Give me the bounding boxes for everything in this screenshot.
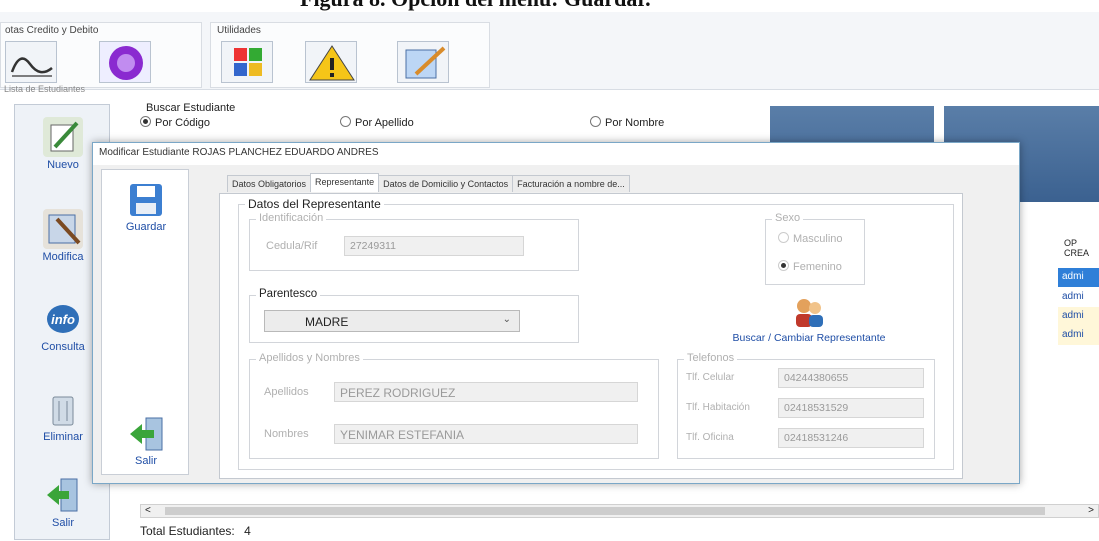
dialog-side-panel: Guardar Salir [101,169,189,475]
pencil-document-icon [43,117,83,157]
id-fieldset: Identificación Cedula/Rif 27249311 [249,212,579,271]
note-sign-icon[interactable] [5,41,57,83]
sex-fieldset: Sexo Masculino Femenino [765,212,865,285]
representative-fieldset: Datos del Representante Identificación C… [238,197,954,470]
ribbon: otas Credito y Debito Utilidades [0,12,1099,90]
chevron-down-icon: ⌄ [502,314,511,325]
radio-icon [778,260,789,271]
scroll-left-icon[interactable]: < [145,505,151,516]
trash-icon [43,389,83,429]
sidebar-item-label: Salir [51,517,74,529]
radio-icon [140,116,151,127]
ribbon-group-notas: otas Credito y Debito [0,22,202,88]
ribbon-group-label: Utilidades [217,25,261,36]
info-icon: info [43,299,83,339]
parentesco-legend: Parentesco [256,288,321,300]
warning-icon[interactable] [305,41,357,83]
apellidos-label: Apellidos [264,386,309,398]
radio-icon [590,116,601,127]
radio-label: Por Nombre [605,117,665,129]
parentesco-fieldset: Parentesco MADRE ⌄ [249,288,579,343]
parentesco-value: MADRE [305,315,349,329]
total-students: Total Estudiantes: 4 [140,524,251,538]
names-fieldset: Apellidos y Nombres Apellidos PEREZ RODR… [249,352,659,459]
radio-icon [340,116,351,127]
ribbon-group-utilidades: Utilidades [210,22,490,88]
sex-legend: Sexo [772,212,804,224]
find-representative-label: Buscar / Cambiar Representante [732,332,886,344]
apellidos-field[interactable]: PEREZ RODRIGUEZ [334,382,638,402]
tab-facturacion[interactable]: Facturación a nombre de... [512,175,630,192]
total-label: Total Estudiantes: [140,524,235,538]
exit-label: Salir [134,455,157,467]
horizontal-scrollbar[interactable]: < > [140,504,1099,518]
people-search-icon [796,299,823,327]
phone-label-ofi: Tlf. Oficina [686,432,734,443]
edit-form-icon[interactable] [397,41,449,83]
tab-domicilio-contactos[interactable]: Datos de Domicilio y Contactos [378,175,514,192]
windows-shield-icon[interactable] [221,41,273,83]
modify-student-dialog: Modificar Estudiante ROJAS PLANCHEZ EDUA… [92,142,1020,484]
table-row[interactable]: admi [1058,268,1099,287]
total-value: 4 [244,524,251,538]
phone-field-hab[interactable]: 02418531529 [778,398,924,418]
phone-field-cel[interactable]: 04244380655 [778,368,924,388]
radio-label: Por Código [155,117,211,129]
phone-label-cel: Tlf. Celular [686,372,735,383]
radio-masculino[interactable]: Masculino [778,232,843,245]
radio-femenino[interactable]: Femenino [778,260,842,273]
phones-legend: Telefonos [684,352,738,364]
find-representative-button[interactable]: Buscar / Cambiar Representante [699,295,919,344]
tab-datos-obligatorios[interactable]: Datos Obligatorios [227,175,312,192]
radio-label: Por Apellido [355,117,414,129]
table-row[interactable]: admi [1058,288,1099,307]
search-label: Buscar Estudiante [146,102,236,114]
table-row[interactable]: admi [1058,307,1099,326]
phone-label-hab: Tlf. Habitación [686,402,750,413]
nombres-label: Nombres [264,428,309,440]
cedula-label: Cedula/Rif [266,240,318,252]
edit-pen-icon [43,209,83,249]
grid-header: OP CREA [1064,238,1090,258]
debit-credit-icon[interactable] [99,41,151,83]
save-button[interactable]: Guardar [122,182,170,233]
radio-label: Femenino [793,261,842,273]
radio-por-apellido[interactable]: Por Apellido [340,116,414,129]
tab-representante[interactable]: Representante [310,173,380,192]
cedula-field[interactable]: 27249311 [344,236,524,256]
floppy-disk-icon [130,184,162,216]
radio-icon [778,232,789,243]
radio-por-codigo[interactable]: Por Código [140,116,210,129]
table-row[interactable]: admi [1058,326,1099,345]
parentesco-select[interactable]: MADRE ⌄ [264,310,520,332]
exit-button[interactable]: Salir [122,416,170,467]
phone-field-ofi[interactable]: 02418531246 [778,428,924,448]
tab-page-representante: Datos del Representante Identificación C… [219,193,963,479]
figure-caption: Figura 8. Opción del menú: Guardar. [300,0,860,12]
scroll-thumb[interactable] [165,507,1045,515]
dialog-title: Modificar Estudiante ROJAS PLANCHEZ EDUA… [93,143,1019,165]
exit-arrow-icon [130,417,163,451]
phones-fieldset: Telefonos Tlf. Celular 04244380655 Tlf. … [677,352,935,459]
names-legend: Apellidos y Nombres [256,352,363,364]
exit-arrow-icon [43,475,83,515]
svg-text:info: info [51,312,75,327]
dialog-tabs: Datos Obligatorios Representante Datos de … [227,173,630,193]
id-legend: Identificación [256,212,327,224]
radio-label: Masculino [793,233,843,245]
ribbon-group-label: otas Credito y Debito [5,25,99,36]
list-label: Lista de Estudiantes [4,84,86,94]
scroll-right-icon[interactable]: > [1088,505,1094,516]
radio-por-nombre[interactable]: Por Nombre [590,116,664,129]
representative-title: Datos del Representante [245,197,384,211]
nombres-field[interactable]: YENIMAR ESTEFANIA [334,424,638,444]
save-label: Guardar [125,221,167,233]
